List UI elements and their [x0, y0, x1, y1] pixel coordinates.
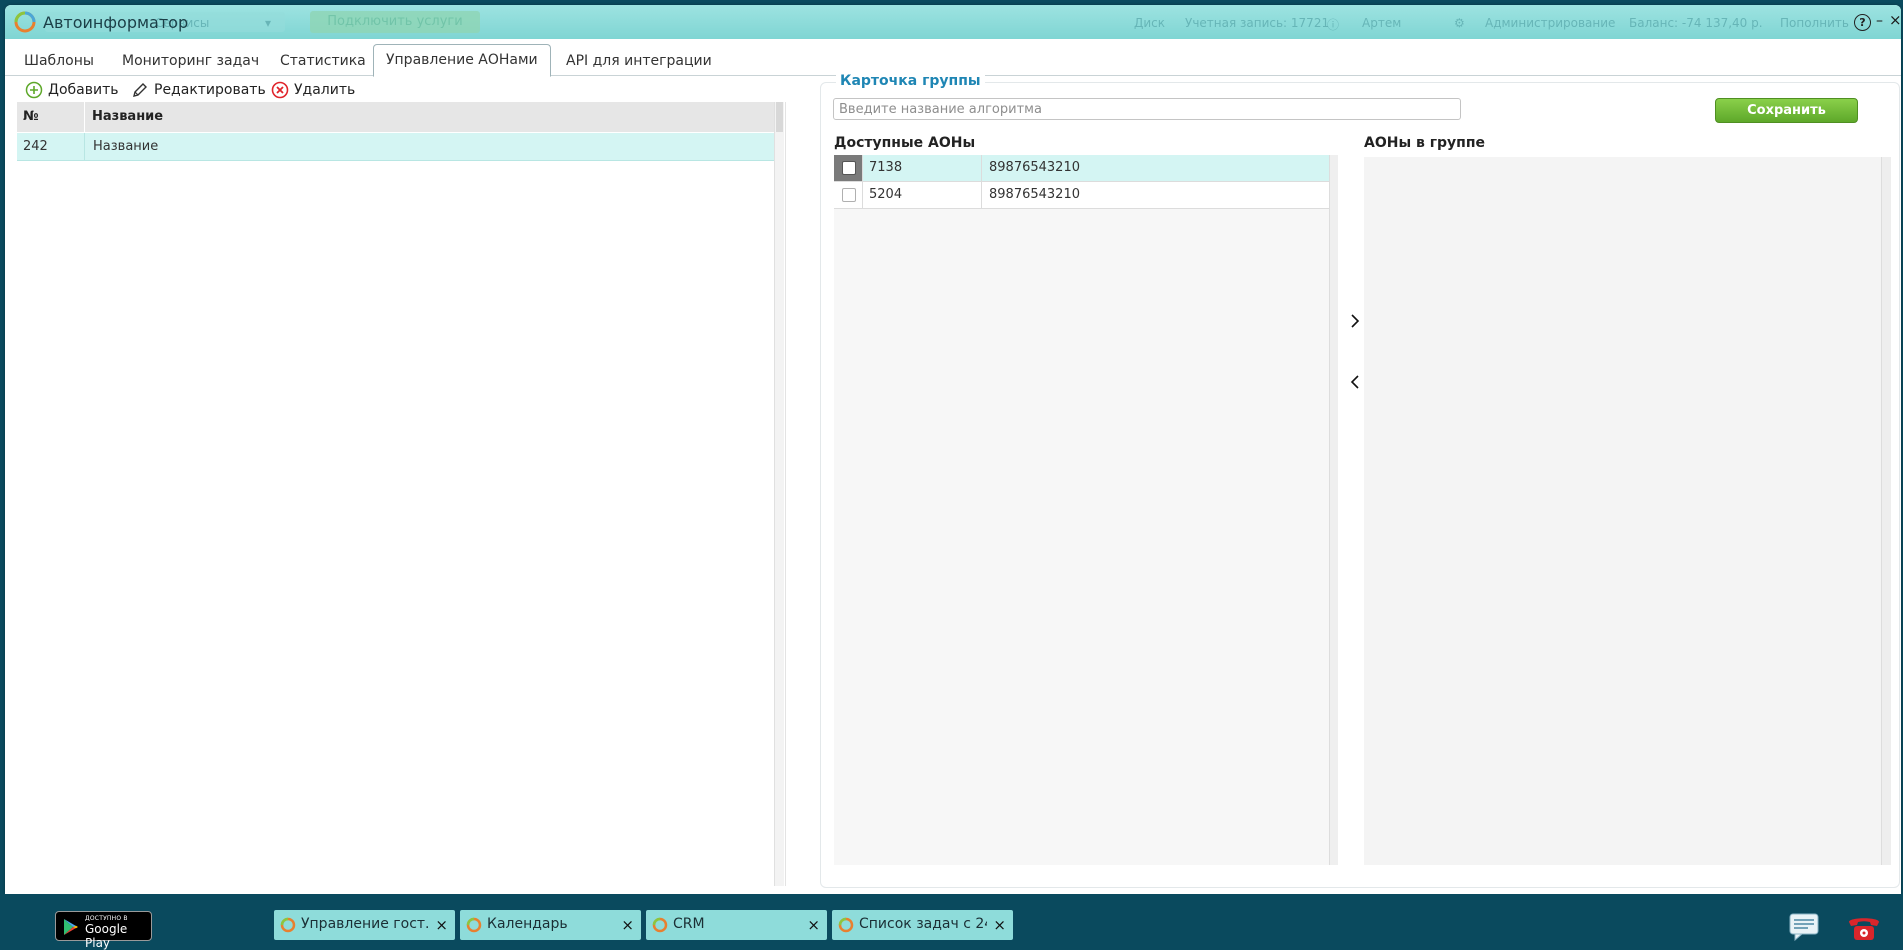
available-aons-label: Доступные АОНы	[834, 135, 976, 151]
app-title: Автоинформатор	[43, 13, 189, 32]
phone-icon[interactable]	[1845, 912, 1883, 942]
taskbar-item-label: CRM	[673, 916, 705, 932]
row-checkbox-cell	[834, 155, 863, 181]
close-icon[interactable]: ×	[807, 916, 820, 934]
group-aons-list	[1364, 157, 1881, 865]
minimize-button[interactable]: –	[1876, 13, 1883, 29]
delete-button[interactable]: Удалить	[271, 80, 355, 100]
app-logo-icon	[652, 917, 668, 933]
edit-button-label: Редактировать	[154, 82, 266, 98]
app-logo-icon	[14, 11, 36, 33]
list-item[interactable]: 5204 89876543210	[834, 182, 1329, 209]
gear-icon[interactable]: ⚙	[1454, 16, 1465, 30]
algorithm-name-input[interactable]	[833, 98, 1461, 120]
available-aons-list: 7138 89876543210 5204 89876543210	[834, 155, 1338, 865]
help-icon[interactable]: ?	[1854, 14, 1871, 31]
app-logo-icon	[466, 917, 482, 933]
groups-table-header: № Название	[17, 102, 783, 132]
aon-code: 7138	[869, 160, 903, 175]
tab-statistics[interactable]: Статистика	[268, 48, 378, 74]
available-list-scrollbar[interactable]	[1329, 155, 1338, 865]
close-icon[interactable]: ×	[621, 916, 634, 934]
edit-button[interactable]: Редактировать	[131, 80, 266, 100]
tab-templates[interactable]: Шаблоны	[12, 48, 106, 74]
close-icon[interactable]: ×	[435, 916, 448, 934]
taskbar-item-label: Список задач с 24...	[859, 916, 987, 932]
app-logo-icon	[838, 917, 854, 933]
aon-code: 5204	[869, 187, 903, 202]
column-header-number[interactable]: №	[23, 102, 39, 132]
close-icon[interactable]: ×	[993, 916, 1006, 934]
google-play-icon	[64, 919, 78, 935]
delete-button-label: Удалить	[294, 82, 356, 98]
row-checkbox-cell	[834, 182, 863, 208]
taskbar-item[interactable]: Календарь ×	[460, 910, 641, 940]
column-header-name[interactable]: Название	[92, 102, 163, 132]
aon-phone: 89876543210	[989, 160, 1080, 175]
aon-phone: 89876543210	[989, 187, 1080, 202]
tab-task-monitoring[interactable]: Мониторинг задач	[110, 48, 271, 74]
tab-bar: Шаблоны Мониторинг задач Статистика Упра…	[5, 39, 1901, 77]
google-play-badge-title: Google Play	[85, 922, 128, 950]
app-logo-icon	[280, 917, 296, 933]
row-checkbox[interactable]	[842, 188, 856, 202]
group-list-scrollbar[interactable]	[1881, 157, 1891, 865]
list-item[interactable]: 7138 89876543210	[834, 155, 1329, 182]
tab-aon-management[interactable]: Управление АОНами	[373, 44, 551, 77]
column-divider	[84, 133, 85, 160]
move-right-chevron-icon[interactable]	[1347, 311, 1363, 331]
taskbar-item[interactable]: CRM ×	[646, 910, 827, 940]
row-id: 242	[23, 139, 48, 154]
connect-services-button[interactable]: Подключить услуги	[310, 11, 480, 33]
add-button-label: Добавить	[48, 82, 119, 98]
google-play-badge-caption: ДОСТУПНО В	[85, 915, 128, 922]
close-window-button[interactable]: ×	[1889, 11, 1901, 29]
taskbar-item[interactable]: Список задач с 24... ×	[832, 910, 1013, 940]
app-window: Сервисы ▾ Автоинформатор Подключить услу…	[5, 5, 1901, 894]
title-bar: Сервисы ▾ Автоинформатор Подключить услу…	[5, 5, 1901, 39]
column-divider	[981, 182, 982, 208]
pencil-icon	[133, 83, 147, 97]
row-name: Название	[93, 139, 159, 154]
user-name[interactable]: Артем	[1362, 16, 1401, 30]
balance-label: Баланс: -74 137,40 р.	[1629, 16, 1763, 30]
chevron-down-icon: ▾	[265, 16, 272, 30]
table-row[interactable]: 242 Название	[17, 133, 774, 161]
save-changes-button[interactable]: Сохранить изменения	[1715, 98, 1858, 141]
plus-circle-icon	[25, 81, 43, 99]
column-divider	[84, 102, 85, 132]
groups-table: № Название 242 Название	[17, 102, 786, 886]
column-divider	[981, 155, 982, 181]
chat-icon[interactable]	[1789, 913, 1819, 941]
help-faded-icon: ⓘ	[1327, 18, 1340, 32]
taskbar-item-label: Календарь	[487, 916, 568, 932]
row-checkbox[interactable]	[842, 161, 856, 175]
add-button[interactable]: Добавить	[25, 80, 118, 100]
google-play-badge[interactable]: ДОСТУПНО В Google Play	[55, 911, 152, 950]
taskbar-item-label: Управление гост...	[301, 916, 429, 932]
admin-link[interactable]: Администрирование	[1485, 16, 1615, 30]
move-left-chevron-icon[interactable]	[1347, 372, 1363, 392]
delete-x-circle-icon	[271, 81, 289, 99]
groups-table-scrollbar[interactable]	[774, 102, 784, 886]
group-card-title: Карточка группы	[836, 73, 985, 89]
taskbar-item[interactable]: Управление гост... ×	[274, 910, 455, 940]
tab-api-integration[interactable]: API для интеграции	[554, 48, 724, 74]
scrollbar-thumb[interactable]	[776, 102, 783, 132]
topup-link[interactable]: Пополнить	[1780, 16, 1849, 30]
account-label: Учетная запись: 17721	[1185, 16, 1330, 30]
group-aons-label: АОНы в группе	[1364, 135, 1486, 151]
disk-link[interactable]: Диск	[1134, 16, 1165, 30]
